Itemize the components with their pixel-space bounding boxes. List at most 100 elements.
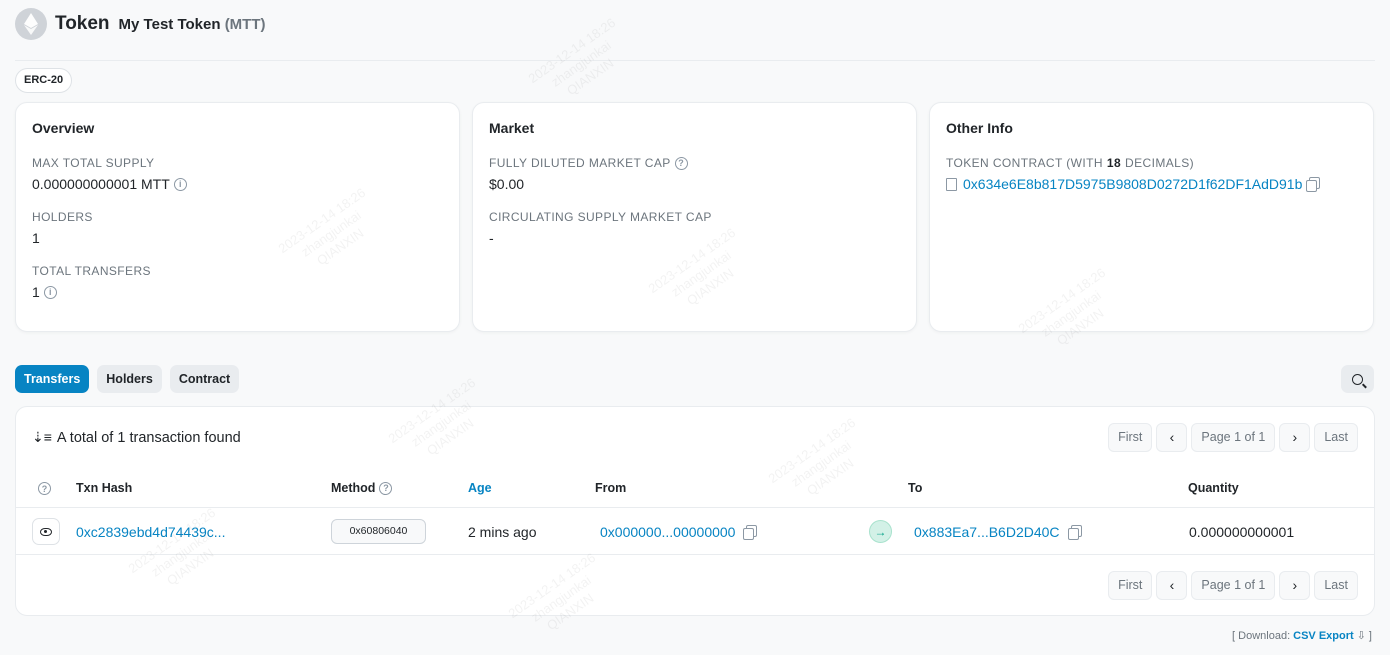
max-supply-label: MAX TOTAL SUPPLY [32,156,155,170]
fdmc-value: $0.00 [489,176,525,192]
search-button[interactable] [1341,365,1374,393]
holders-value: 1 [32,230,40,246]
to-cell: 0x883Ea7...B6D2D40C [914,508,1082,555]
overview-card: Overview MAX TOTAL SUPPLY 0.000000000001… [15,102,460,332]
transfers-value: 1 i [32,284,443,300]
first-page-button[interactable]: First [1108,423,1153,452]
th-from: From [595,481,627,495]
contract-section: TOKEN CONTRACT (WITH 18 DECIMALS) 0x634e… [946,156,1357,192]
txn-hash-cell: 0xc2839ebd4d74439c... [76,508,225,555]
table-row: 0xc2839ebd4d74439c... 0x60806040 2 mins … [16,508,1374,555]
summary-text: A total of 1 transaction found [56,429,241,446]
market-card: Market FULLY DILUTED MARKET CAP ? $0.00 … [472,102,917,332]
copy-icon[interactable] [743,524,758,540]
download-prefix: [ Download: [1232,629,1291,642]
csmc-label: CIRCULATING SUPPLY MARKET CAP [489,210,712,224]
last-page-button[interactable]: Last [1314,423,1358,452]
market-heading: Market [489,120,535,136]
other-info-card: Other Info TOKEN CONTRACT (WITH 18 DECIM… [929,102,1374,332]
quantity-cell: 0.000000000001 [1189,523,1295,540]
overview-heading: Overview [32,120,95,136]
fdmc-label: FULLY DILUTED MARKET CAP ? [489,156,900,170]
watermark: 2023-12-14 18:26 zhangjunkai QIANXIN [526,15,638,113]
info-icon[interactable]: i [173,177,187,191]
arrow-right-icon: → [869,520,892,543]
holders-label: HOLDERS [32,210,93,224]
th-txn-hash: Txn Hash [76,481,133,495]
contract-label: TOKEN CONTRACT (WITH 18 DECIMALS) [946,156,1357,170]
th-quantity: Quantity [1188,481,1239,495]
token-tabs: Transfers Holders Contract [15,365,240,393]
th-to: To [908,481,923,495]
prev-page-button[interactable]: ‹ [1156,571,1188,600]
pagination-bottom: First ‹ Page 1 of 1 › Last [1108,571,1358,600]
watermark-date: 2023-12-14 18:26 [525,14,619,87]
transfers-label: TOTAL TRANSFERS [32,264,151,278]
copy-icon[interactable] [1306,177,1321,192]
help-column: ? [38,482,51,495]
contract-address-link[interactable]: 0x634e6E8b817D5975B9808D0272D1f62DF1AdD9… [963,176,1302,192]
info-icon[interactable]: i [43,285,57,299]
token-name: My Test Token (MTT) [119,16,266,33]
csmc-value: - [489,230,494,246]
header-divider [15,60,1375,61]
page-header: Token My Test Token (MTT) [15,8,266,40]
method-badge: 0x60806040 [331,519,426,544]
method-cell: 0x60806040 [331,508,426,555]
pagination-top: First ‹ Page 1 of 1 › Last [1108,423,1358,452]
direction-cell: → [869,508,892,555]
prev-page-button[interactable]: ‹ [1156,423,1188,452]
page-indicator: Page 1 of 1 [1191,423,1276,452]
contract-decimals: 18 [1106,156,1122,170]
eye-icon [40,527,52,536]
transfers-text: 1 [32,284,40,300]
ethereum-logo-icon [15,8,47,40]
next-page-button[interactable]: › [1279,423,1311,452]
csmc-section: CIRCULATING SUPPLY MARKET CAP - [489,210,900,246]
th-method-text: Method [331,481,376,495]
txn-hash-link[interactable]: 0xc2839ebd4d74439c... [76,524,225,540]
from-cell: 0x000000...00000000 [600,508,758,555]
download-suffix: ⇩ ] [1356,630,1372,642]
token-name-text: My Test Token [118,15,221,33]
next-page-button[interactable]: › [1279,571,1311,600]
age-cell: 2 mins ago [468,523,537,540]
question-icon[interactable]: ? [379,481,393,495]
holders-section: HOLDERS 1 [32,210,443,246]
question-icon[interactable]: ? [674,156,688,170]
max-supply-section: MAX TOTAL SUPPLY 0.000000000001 MTT i [32,156,443,192]
contract-value: 0x634e6E8b817D5975B9808D0272D1f62DF1AdD9… [946,176,1357,192]
fdmc-label-text: FULLY DILUTED MARKET CAP [489,156,671,170]
th-method: Method ? [331,481,393,495]
transfers-section: TOTAL TRANSFERS 1 i [32,264,443,300]
watermark-user: zhangjunkai [548,37,614,90]
contract-label-pre: TOKEN CONTRACT (WITH [946,156,1103,170]
preview-button[interactable] [32,518,60,545]
other-info-heading: Other Info [946,120,1013,136]
max-supply-text: 0.000000000001 MTT [32,176,170,192]
token-standard-badge: ERC-20 [15,68,73,93]
last-page-button[interactable]: Last [1314,571,1358,600]
tab-holders[interactable]: Holders [97,365,162,393]
token-symbol: (MTT) [224,15,266,33]
page-title: Token [55,13,110,34]
first-page-button[interactable]: First [1108,571,1153,600]
from-address-link[interactable]: 0x000000...00000000 [600,524,735,540]
th-age[interactable]: Age [468,481,492,495]
preview-cell [32,508,60,555]
tab-contract[interactable]: Contract [169,365,240,393]
copy-icon[interactable] [1067,524,1082,540]
to-address-link[interactable]: 0x883Ea7...B6D2D40C [914,524,1060,540]
max-supply-value: 0.000000000001 MTT i [32,176,443,192]
document-icon [946,177,957,191]
table-header: ? Txn Hash Method ? Age From To Quantity [16,471,1374,508]
csv-export-link[interactable]: CSV Export [1293,630,1354,642]
tab-transfers[interactable]: Transfers [15,365,90,393]
question-icon[interactable]: ? [38,482,51,495]
fdmc-section: FULLY DILUTED MARKET CAP ? $0.00 [489,156,900,192]
transfers-panel: ⇣≡ A total of 1 transaction found First … [15,406,1375,616]
page-indicator: Page 1 of 1 [1191,571,1276,600]
sort-icon[interactable]: ⇣≡ [32,429,52,446]
contract-label-post: DECIMALS) [1125,156,1194,170]
transaction-summary: ⇣≡ A total of 1 transaction found [32,429,241,446]
